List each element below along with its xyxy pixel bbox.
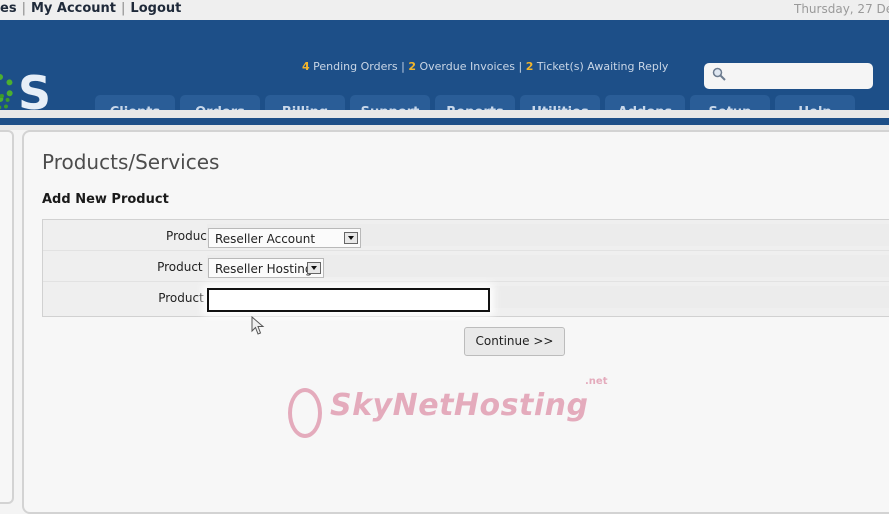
pending-orders-link[interactable]: 4 Pending Orders	[302, 60, 398, 73]
header-divider-band	[0, 118, 889, 125]
chevron-down-icon[interactable]	[344, 232, 358, 244]
form-row-product-type: Product Type	[43, 220, 889, 251]
product-type-select[interactable]: Reseller Account	[208, 228, 361, 248]
magnifier-icon	[712, 67, 726, 85]
search-input[interactable]	[704, 63, 873, 89]
section-title: Add New Product	[42, 192, 169, 207]
logout-link[interactable]: Logout	[130, 1, 181, 16]
product-name-input[interactable]	[207, 288, 490, 312]
overdue-invoices-link[interactable]: 2 Overdue Invoices	[408, 60, 515, 73]
product-type-value: Reseller Account	[215, 232, 316, 246]
content-panel	[22, 130, 889, 514]
small-gear-icon	[0, 94, 10, 110]
gear-logo-icon[interactable]: S	[0, 50, 60, 116]
watermark-suffix: .net	[585, 376, 608, 387]
sidebar-panel	[0, 130, 14, 504]
top-bar: es | My Account | Logout Thursday, 27 De	[0, 0, 889, 20]
current-date: Thursday, 27 De	[794, 2, 889, 16]
top-link-separator: |	[121, 1, 126, 16]
header: S 4 Pending Orders | 2 Overdue Invoices …	[0, 20, 889, 130]
form-row-product-group: Product Group	[43, 251, 889, 282]
product-group-value: Reseller Hosting	[215, 262, 313, 276]
alert-separator: |	[401, 60, 405, 73]
watermark-swirl-icon	[288, 388, 322, 438]
my-account-link[interactable]: My Account	[31, 1, 116, 16]
top-links: es | My Account | Logout	[0, 1, 181, 16]
alert-separator: |	[518, 60, 523, 73]
page-title: Products/Services	[42, 150, 220, 174]
top-link-separator: |	[21, 1, 26, 16]
continue-button[interactable]: Continue >>	[464, 327, 565, 356]
alerts-bar: 4 Pending Orders | 2 Overdue Invoices | …	[302, 60, 668, 73]
product-group-select[interactable]: Reseller Hosting	[208, 258, 324, 278]
header-divider	[0, 110, 889, 118]
tickets-awaiting-link[interactable]: 2 Ticket(s) Awaiting Reply	[526, 60, 669, 73]
top-link-partial[interactable]: es	[0, 1, 17, 16]
chevron-down-icon[interactable]	[307, 262, 321, 274]
watermark-text: SkyNetHosting	[330, 388, 589, 423]
